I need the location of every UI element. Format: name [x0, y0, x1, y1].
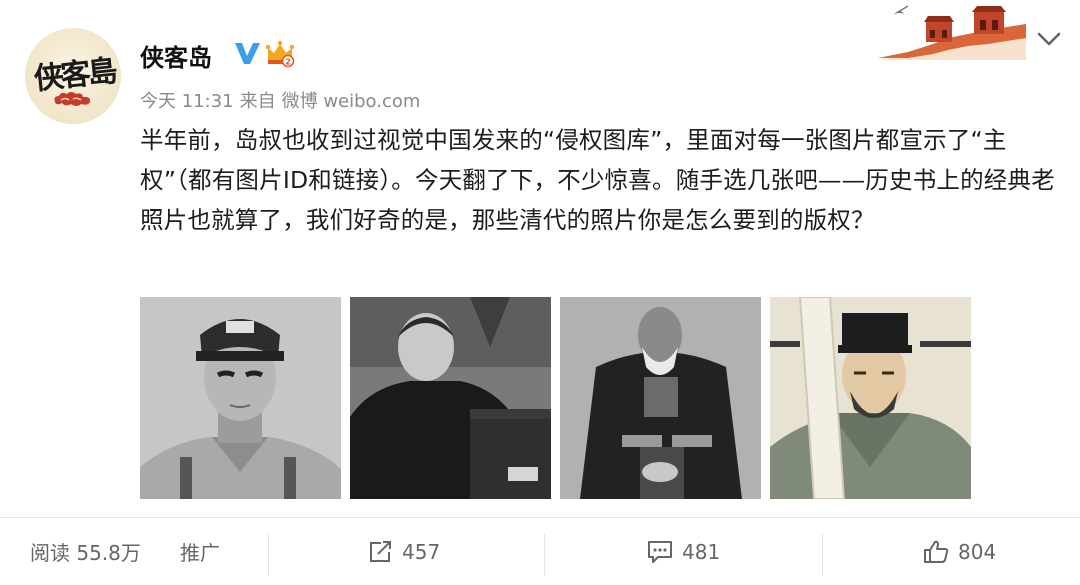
- repost-button[interactable]: 457: [368, 518, 440, 585]
- thumbs-up-icon: [922, 539, 950, 565]
- footer-separator: [544, 534, 545, 576]
- comment-button[interactable]: 481: [646, 518, 720, 585]
- like-button[interactable]: 804: [922, 518, 996, 585]
- author-name[interactable]: 侠客岛: [140, 38, 212, 73]
- great-wall-banner-image: [878, 5, 1026, 60]
- cloud-icon: [54, 92, 91, 106]
- action-bar: 阅读 55.8万 推广 457 481 804: [0, 518, 1080, 585]
- photo-military-portrait[interactable]: [140, 297, 341, 499]
- post-source: 微博 weibo.com: [281, 91, 421, 112]
- post-text: 半年前，岛叔也收到过视觉中国发来的“侵权图库”，里面对每一张图片都宣示了“主权”…: [140, 126, 1055, 234]
- chevron-down-icon[interactable]: [1036, 30, 1062, 48]
- like-count: 804: [958, 539, 997, 564]
- footer-separator: [268, 534, 269, 576]
- post-meta: 今天 11:31 来自 微博 weibo.com: [140, 87, 426, 113]
- photo-speaker-at-podium[interactable]: [350, 297, 551, 499]
- read-count-label: 阅读 55.8万: [30, 541, 141, 565]
- repost-count: 457: [402, 539, 441, 564]
- svg-text:2: 2: [285, 58, 291, 67]
- comment-icon: [646, 539, 674, 565]
- verified-v-icon: [235, 43, 260, 64]
- source-prefix: 来自: [239, 91, 276, 112]
- repost-icon: [368, 540, 394, 564]
- promote-label: 推广: [180, 541, 220, 565]
- promote-button[interactable]: 推广: [180, 518, 220, 585]
- photo-qing-official-seated[interactable]: [560, 297, 761, 499]
- vip-crown-icon[interactable]: 2: [265, 40, 295, 68]
- photo-ancient-painted-portrait[interactable]: [770, 297, 971, 499]
- post-time: 今天 11:31: [140, 91, 234, 112]
- footer-separator: [822, 534, 823, 576]
- comment-count: 481: [682, 539, 721, 564]
- avatar[interactable]: 侠客島: [25, 28, 121, 124]
- read-count: 阅读 55.8万: [30, 518, 141, 585]
